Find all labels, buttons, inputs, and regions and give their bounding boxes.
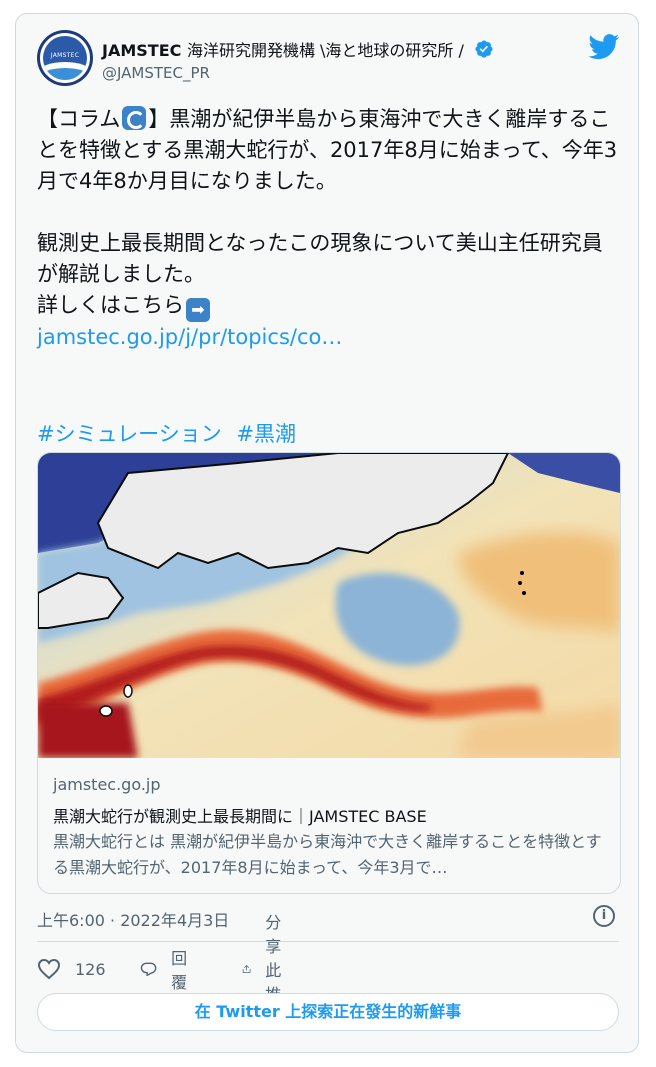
hashtags: #シミュレーション #黒潮 (37, 418, 304, 448)
tweet-paragraph-1: 【コラム 】黒潮が紀伊半島から東海沖で大きく離岸することを特徴とする黒潮大蛇行が、… (37, 106, 618, 193)
wave-emoji-icon (122, 106, 147, 130)
hashtag-kuroshio[interactable]: #黒潮 (236, 422, 296, 446)
avatar[interactable]: JAMSTEC (37, 30, 93, 86)
like-count: 126 (75, 959, 106, 979)
share-icon (242, 965, 251, 973)
tweet-paragraph-2: 観測史上最長期間となったこの現象について美山主任研究員が解説しました。 (37, 231, 603, 286)
heart-icon (37, 958, 61, 980)
tweet-timestamp[interactable]: 上午6:00 · 2022年4月3日 (37, 907, 229, 931)
reply-button[interactable]: 回覆 (140, 949, 194, 992)
tweet-text: 【コラム 】黒潮が紀伊半島から東海沖で大きく離岸することを特徴とする黒潮大蛇行が、… (37, 104, 622, 353)
reply-label: 回覆 (171, 949, 188, 992)
link-preview-card[interactable]: jamstec.go.jp 黒潮大蛇行が観測史上最長期間に｜JAMSTEC BA… (37, 452, 621, 894)
link-card-title: 黒潮大蛇行が観測史上最長期間に｜JAMSTEC BASE (53, 807, 427, 826)
verified-badge-icon (474, 40, 493, 58)
divider (37, 941, 619, 942)
ocean-simulation-map-image (38, 453, 620, 758)
twitter-bird-icon[interactable] (588, 34, 620, 60)
tweet-paragraph-3: 詳しくはこちら ➡ (37, 290, 622, 322)
info-icon[interactable]: i (593, 905, 615, 927)
explore-twitter-button[interactable]: 在 Twitter 上探索正在發生的新鮮事 (37, 993, 619, 1031)
avatar-logo-text: JAMSTEC (50, 52, 80, 59)
author-display-name[interactable]: JAMSTEC 海洋研究開発機構 \海と地球の研究所 / (102, 37, 494, 61)
link-card-domain: jamstec.go.jp (53, 775, 161, 794)
like-button[interactable]: 126 (37, 955, 106, 983)
hashtag-simulation[interactable]: #シミュレーション (37, 422, 222, 446)
reply-icon (140, 962, 157, 977)
share-button[interactable]: 分享此推文 (242, 913, 296, 1028)
author-handle[interactable]: @JAMSTEC_PR (102, 64, 210, 82)
tweet-card: JAMSTEC JAMSTEC 海洋研究開発機構 \海と地球の研究所 / @JA… (15, 13, 639, 1053)
author-display-name-rest: 海洋研究開発機構 \海と地球の研究所 / (186, 41, 464, 60)
tweet-link[interactable]: jamstec.go.jp/j/pr/topics/co… (37, 325, 342, 349)
right-arrow-emoji-icon: ➡ (186, 298, 210, 322)
link-card-description: 黒潮大蛇行とは 黒潮が紀伊半島から東海沖で大きく離岸することを特徴とする黒潮大蛇… (53, 832, 602, 877)
